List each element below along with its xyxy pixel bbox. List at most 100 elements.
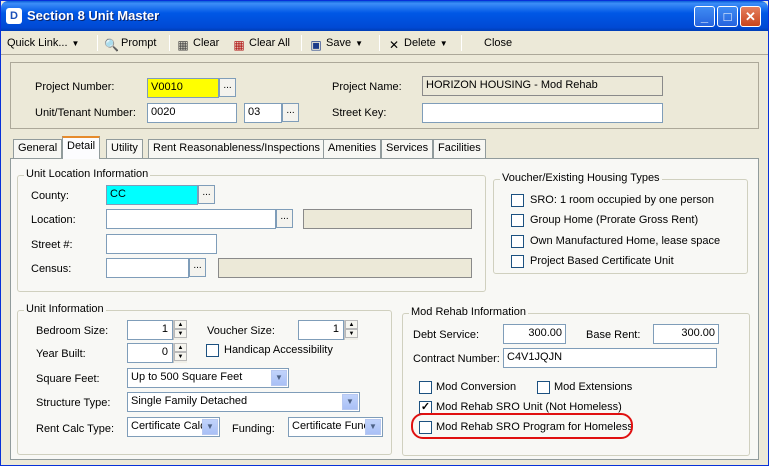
- group-home-label: Group Home (Prorate Gross Rent): [530, 214, 699, 226]
- debt-service-label: Debt Service:: [413, 329, 480, 341]
- toolbar: Quick Link... ▼ 🔍 Prompt ▦ Clear ▦ Clear All…: [1, 31, 768, 55]
- census-input[interactable]: [106, 258, 189, 278]
- year-built-input[interactable]: 0: [127, 343, 173, 363]
- base-rent-label: Base Rent:: [586, 329, 641, 341]
- bedroom-size-input[interactable]: 1: [127, 320, 173, 340]
- unit-master-window: D Section 8 Unit Master _ □ ✕ Quick Link…: [0, 0, 769, 466]
- close-window-button[interactable]: ✕: [740, 6, 761, 27]
- spin-up-icon[interactable]: ▲: [174, 320, 187, 329]
- chevron-down-icon: ▼: [71, 39, 80, 48]
- base-rent-input[interactable]: 300.00: [653, 324, 719, 344]
- save-label: Save: [326, 37, 352, 49]
- toolbar-separator: [97, 35, 98, 51]
- street-key-label: Street Key:: [332, 107, 387, 119]
- window-title: Section 8 Unit Master: [27, 8, 160, 23]
- unit-number-input[interactable]: 0020: [147, 103, 237, 123]
- location-input[interactable]: [106, 209, 276, 229]
- sro-label: SRO: 1 room occupied by one person: [530, 194, 715, 206]
- street-number-input[interactable]: [106, 234, 217, 254]
- delete-x-icon: ✕: [388, 38, 400, 52]
- tab-utility[interactable]: Utility: [106, 139, 143, 158]
- tab-amenities[interactable]: Amenities: [323, 139, 382, 158]
- clear-grid-icon: ▦: [177, 38, 189, 52]
- rent-calc-type-value: Certificate Calc: [131, 420, 206, 432]
- county-lookup-button[interactable]: ...: [198, 185, 215, 204]
- chevron-down-icon[interactable]: ▼: [271, 370, 287, 386]
- handicap-checkbox[interactable]: [206, 344, 219, 357]
- tab-rent-reasonableness[interactable]: Rent Reasonableness/Inspections: [148, 139, 325, 158]
- spin-up-icon[interactable]: ▲: [345, 320, 358, 329]
- save-button[interactable]: ▣ Save ▼: [309, 35, 363, 53]
- rent-calc-type-select[interactable]: Certificate Calc ▼: [127, 417, 220, 437]
- prompt-label: Prompt: [121, 37, 157, 49]
- spin-down-icon[interactable]: ▼: [174, 329, 187, 338]
- project-lookup-button[interactable]: ...: [219, 78, 236, 97]
- census-label: Census:: [31, 263, 72, 275]
- toolbar-separator: [379, 35, 380, 51]
- structure-type-select[interactable]: Single Family Detached ▼: [127, 392, 360, 412]
- toolbar-separator: [301, 35, 302, 51]
- voucher-types-title: Voucher/Existing Housing Types: [500, 172, 662, 184]
- mod-extensions-checkbox[interactable]: [537, 381, 550, 394]
- sro-checkbox[interactable]: [511, 194, 524, 207]
- year-built-label: Year Built:: [36, 348, 86, 360]
- location-description-field: [303, 209, 472, 229]
- tab-detail[interactable]: Detail: [62, 136, 101, 159]
- tab-facilities[interactable]: Facilities: [433, 139, 486, 158]
- unit-lookup-button[interactable]: ...: [282, 103, 299, 122]
- manufactured-home-checkbox[interactable]: [511, 235, 524, 248]
- contract-number-input[interactable]: C4V1JQJN: [503, 348, 717, 368]
- location-label: Location:: [31, 214, 76, 226]
- tab-services[interactable]: Services: [381, 139, 434, 158]
- maximize-button[interactable]: □: [717, 6, 738, 27]
- spin-down-icon[interactable]: ▼: [174, 352, 187, 361]
- minimize-button[interactable]: _: [694, 6, 715, 27]
- year-built-spinner[interactable]: ▲ ▼: [173, 343, 187, 363]
- funding-label: Funding:: [232, 423, 275, 435]
- manufactured-home-label: Own Manufactured Home, lease space: [530, 235, 721, 247]
- unit-location-title: Unit Location Information: [24, 168, 151, 180]
- debt-service-input[interactable]: 300.00: [503, 324, 566, 344]
- spin-up-icon[interactable]: ▲: [174, 343, 187, 352]
- voucher-size-spinner[interactable]: ▲ ▼: [344, 320, 358, 340]
- funding-select[interactable]: Certificate Func ▼: [288, 417, 383, 437]
- chevron-down-icon[interactable]: ▼: [365, 419, 381, 435]
- quick-link-menu[interactable]: Quick Link... ▼: [7, 35, 79, 53]
- clear-all-label: Clear All: [249, 37, 290, 49]
- chevron-down-icon[interactable]: ▼: [202, 419, 218, 435]
- bedroom-size-spinner[interactable]: ▲ ▼: [173, 320, 187, 340]
- tab-general[interactable]: General: [13, 139, 63, 158]
- census-description-field: [218, 258, 472, 278]
- voucher-size-input[interactable]: 1: [298, 320, 344, 340]
- chevron-down-icon: ▼: [355, 39, 363, 48]
- street-key-input[interactable]: [422, 103, 663, 123]
- handicap-label: Handicap Accessibility: [224, 344, 333, 356]
- clear-button[interactable]: ▦ Clear: [176, 35, 219, 53]
- census-lookup-button[interactable]: ...: [189, 258, 206, 277]
- project-based-label: Project Based Certificate Unit: [530, 255, 674, 267]
- location-lookup-button[interactable]: ...: [276, 209, 293, 228]
- mod-conversion-checkbox[interactable]: [419, 381, 432, 394]
- spin-down-icon[interactable]: ▼: [345, 329, 358, 338]
- county-input[interactable]: CC: [106, 185, 198, 205]
- group-home-checkbox[interactable]: [511, 214, 524, 227]
- detail-tab-panel: Unit Location Information County: CC ...…: [10, 158, 759, 460]
- delete-button[interactable]: ✕ Delete ▼: [387, 35, 448, 53]
- structure-type-label: Structure Type:: [36, 397, 111, 409]
- chevron-down-icon[interactable]: ▼: [342, 394, 358, 410]
- square-feet-select[interactable]: Up to 500 Square Feet ▼: [127, 368, 289, 388]
- title-bar[interactable]: D Section 8 Unit Master _ □ ✕: [1, 1, 768, 31]
- square-feet-label: Square Feet:: [36, 373, 100, 385]
- prompt-button[interactable]: 🔍 Prompt: [104, 35, 156, 53]
- close-button[interactable]: Close: [484, 35, 512, 53]
- mod-conversion-label: Mod Conversion: [436, 381, 517, 393]
- app-icon: D: [6, 8, 22, 24]
- mod-rehab-title: Mod Rehab Information: [409, 306, 528, 318]
- tenant-number-input[interactable]: 03: [244, 103, 282, 123]
- structure-type-value: Single Family Detached: [131, 395, 248, 407]
- unit-tenant-label: Unit/Tenant Number:: [35, 107, 136, 119]
- project-number-input[interactable]: V0010: [147, 78, 219, 98]
- clear-all-button[interactable]: ▦ Clear All: [232, 35, 290, 53]
- project-based-checkbox[interactable]: [511, 255, 524, 268]
- toolbar-separator: [461, 35, 462, 51]
